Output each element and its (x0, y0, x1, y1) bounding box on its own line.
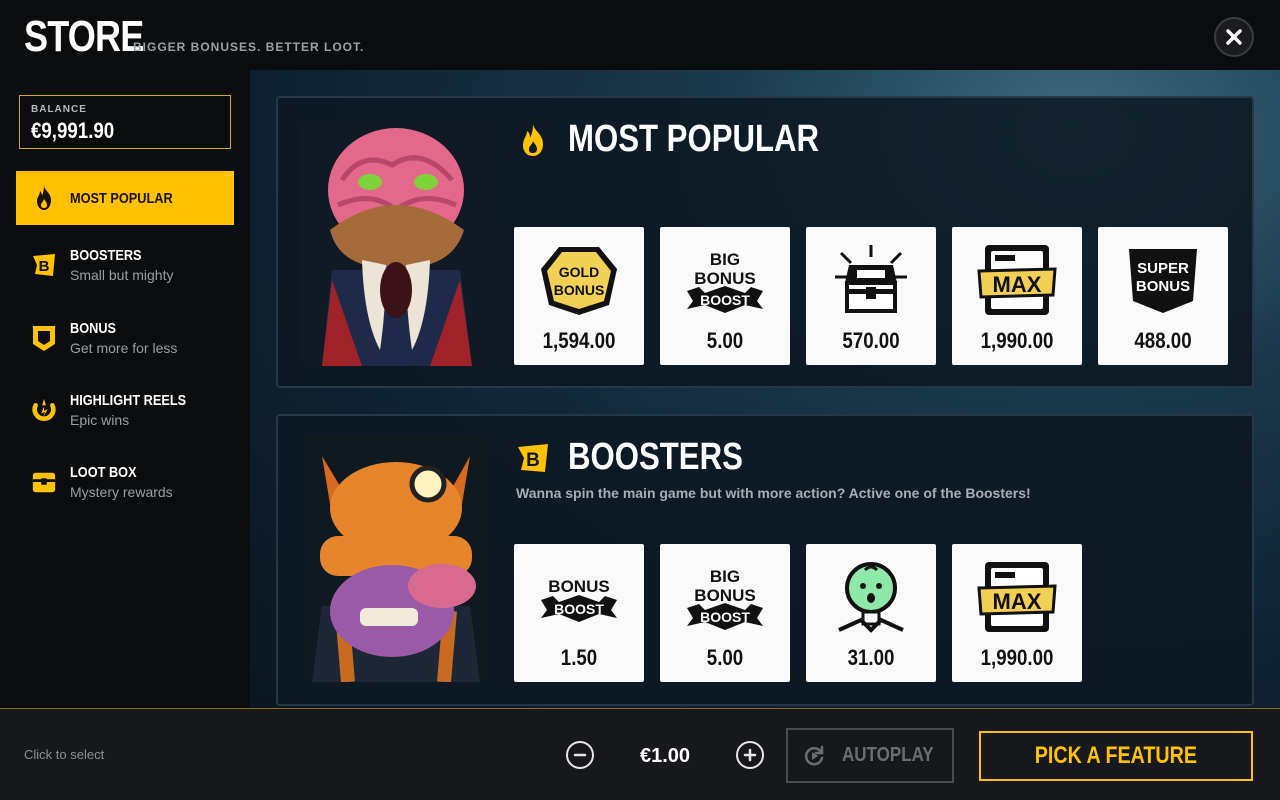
svg-text:BONUS: BONUS (554, 282, 605, 298)
bottom-bar: Click to select €1.00 AUTOPLAY PICK A FE… (0, 708, 1280, 800)
card-price: 5.00 (706, 645, 744, 670)
treasure-chest-icon (835, 245, 907, 313)
svg-text:BONUS: BONUS (1136, 278, 1190, 295)
svg-text:BONUS: BONUS (694, 586, 755, 605)
sidebar-item-label: MOST POPULAR (70, 189, 173, 207)
balance-label: BALANCE (31, 104, 87, 115)
svg-text:B: B (526, 450, 540, 471)
section-header: B BOOSTERS (516, 436, 781, 479)
big-bonus-boost-icon: BIG BONUS BOOST (687, 250, 763, 313)
card-price: 1,990.00 (980, 328, 1054, 353)
minus-icon (573, 753, 587, 757)
sidebar-item-sublabel: Mystery rewards (70, 484, 173, 500)
sidebar-item-sublabel: Epic wins (70, 412, 130, 428)
super-bonus-icon: SUPER BONUS (1129, 249, 1197, 313)
close-button[interactable] (1214, 17, 1254, 57)
section-header: MOST POPULAR (516, 118, 874, 161)
flame-icon (31, 185, 57, 211)
sidebar-item-label: BONUS (70, 320, 117, 337)
feature-card-max[interactable]: MAX 1,990.00 (952, 544, 1082, 682)
svg-text:BIG: BIG (710, 567, 740, 586)
section-title: BOOSTERS (568, 436, 743, 478)
card-price: 488.00 (1134, 328, 1192, 353)
section-boosters: B BOOSTERS Wanna spin the main game but … (276, 414, 1254, 706)
svg-text:BOOST: BOOST (554, 601, 604, 617)
page-subtitle: BIGGER BONUSES. BETTER LOOT. (133, 40, 365, 54)
svg-text:MAX: MAX (993, 272, 1042, 297)
sidebar-item-sublabel: Get more for less (70, 340, 178, 356)
page-title: STORE (24, 12, 144, 61)
autoplay-button[interactable]: AUTOPLAY (786, 728, 954, 783)
pick-a-feature-label: PICK A FEATURE (1034, 742, 1198, 769)
svg-text:BONUS: BONUS (548, 577, 609, 596)
balance-value: €9,991.90 (31, 118, 115, 143)
svg-text:GOLD: GOLD (559, 264, 599, 280)
decrease-bet-button[interactable] (566, 741, 594, 769)
plus-icon (743, 748, 757, 762)
sidebar: BALANCE €9,991.90 MOST POPULAR B BOOSTER… (0, 70, 250, 708)
sidebar-item-label: LOOT BOX (70, 464, 137, 481)
max-icon: MAX (977, 562, 1057, 632)
sidebar-item-bonus[interactable]: BONUS Get more for less (16, 311, 234, 365)
store-content[interactable]: MOST POPULAR GOLD BONUS 1,594.00 BIG BON… (250, 70, 1280, 708)
svg-text:B: B (39, 258, 50, 275)
loot-box-icon (31, 469, 57, 495)
sidebar-item-sublabel: Small but mighty (70, 267, 174, 283)
flame-icon (523, 123, 543, 156)
green-baby-icon (838, 562, 904, 633)
bonus-boost-icon: BONUS BOOST (541, 577, 617, 622)
section-most-popular: MOST POPULAR GOLD BONUS 1,594.00 BIG BON… (276, 96, 1254, 388)
card-price: 1,990.00 (980, 645, 1054, 670)
big-bonus-boost-icon: BIG BONUS BOOST (687, 567, 763, 630)
svg-text:BIG: BIG (710, 250, 740, 269)
feature-card-big-bonus-boost[interactable]: BIG BONUS BOOST 5.00 (660, 544, 790, 682)
selection-hint: Click to select (24, 747, 105, 762)
svg-text:MAX: MAX (993, 589, 1042, 614)
pick-a-feature-button[interactable]: PICK A FEATURE (979, 731, 1253, 781)
bonus-shield-icon (31, 325, 57, 351)
card-price: 5.00 (706, 328, 744, 353)
sidebar-item-label: BOOSTERS (70, 247, 142, 264)
booster-b-icon: B (31, 252, 57, 278)
section-description: Wanna spin the main game but with more a… (516, 485, 1031, 501)
card-price: 1.50 (560, 645, 598, 670)
sidebar-item-boosters[interactable]: B BOOSTERS Small but mighty (16, 238, 234, 292)
max-icon: MAX (977, 245, 1057, 315)
fox-miner-character-art (302, 436, 490, 682)
walrus-character-art (302, 120, 490, 366)
close-icon (1226, 29, 1242, 45)
card-price: 31.00 (847, 645, 895, 670)
balance-box: BALANCE €9,991.90 (19, 95, 231, 149)
autoplay-label: AUTOPLAY (842, 744, 934, 766)
svg-text:BONUS: BONUS (694, 269, 755, 288)
sidebar-item-most-popular[interactable]: MOST POPULAR (16, 171, 234, 225)
sidebar-item-highlight-reels[interactable]: HIGHLIGHT REELS Epic wins (16, 383, 234, 437)
header: STORE BIGGER BONUSES. BETTER LOOT. (0, 0, 1280, 70)
increase-bet-button[interactable] (736, 741, 764, 769)
gold-bonus-icon: GOLD BONUS (541, 247, 617, 315)
sidebar-item-loot-box[interactable]: LOOT BOX Mystery rewards (16, 455, 234, 509)
feature-card-gold-bonus[interactable]: GOLD BONUS 1,594.00 (514, 227, 644, 365)
feature-card-treasure-chest[interactable]: 570.00 (806, 227, 936, 365)
svg-text:SUPER: SUPER (1137, 260, 1189, 277)
bet-amount: €1.00 (639, 745, 691, 767)
card-price: 570.00 (842, 328, 900, 353)
sidebar-item-label: HIGHLIGHT REELS (70, 392, 187, 409)
svg-text:BOOST: BOOST (700, 292, 750, 308)
feature-card-super-bonus[interactable]: SUPER BONUS 488.00 (1098, 227, 1228, 365)
booster-b-icon: B (518, 443, 548, 472)
card-price: 1,594.00 (542, 328, 616, 353)
highlight-reel-icon (31, 397, 57, 423)
feature-card-green-baby[interactable]: 31.00 (806, 544, 936, 682)
feature-card-big-bonus-boost[interactable]: BIG BONUS BOOST 5.00 (660, 227, 790, 365)
svg-text:BOOST: BOOST (700, 609, 750, 625)
feature-card-max[interactable]: MAX 1,990.00 (952, 227, 1082, 365)
autoplay-icon (804, 745, 824, 765)
feature-card-bonus-boost[interactable]: BONUS BOOST 1.50 (514, 544, 644, 682)
section-title: MOST POPULAR (568, 118, 820, 160)
